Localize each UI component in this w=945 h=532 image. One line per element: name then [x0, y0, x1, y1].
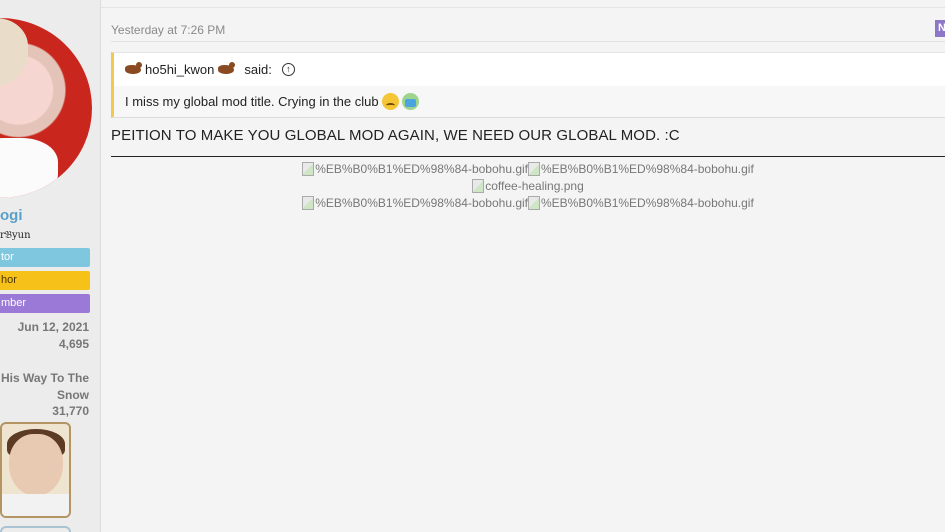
quote-author[interactable]: ho5hi_kwon — [145, 62, 214, 77]
broken-image-icon: coffee-healing.png — [472, 178, 584, 194]
dog-icon — [125, 62, 142, 74]
user-banner-3: mber — [0, 294, 90, 313]
post-date[interactable]: Yesterday at 7:26 PM — [111, 23, 225, 37]
user-avatar[interactable] — [0, 18, 92, 198]
quote-body: I miss my global mod title. Crying in th… — [125, 93, 419, 110]
quote-header: ho5hi_kwon said: ↑ — [125, 62, 295, 77]
post-top-divider — [101, 0, 945, 8]
jump-to-quote-icon[interactable]: ↑ — [281, 63, 295, 76]
user-points: 31,770 — [52, 404, 89, 418]
broken-image-icon: %EB%B0%B1%ED%98%84-bobohu.gif — [528, 195, 754, 211]
user-message-count: 4,695 — [58, 337, 89, 351]
signature-row: %EB%B0%B1%ED%98%84-bobohu.gif %EB%B0%B1%… — [111, 161, 945, 177]
broken-image-icon: %EB%B0%B1%ED%98%84-bobohu.gif — [302, 195, 528, 211]
dog-icon — [218, 62, 236, 74]
username-link[interactable]: ogi — [0, 207, 23, 224]
broken-image-icon: %EB%B0%B1%ED%98%84-bobohu.gif — [302, 161, 528, 177]
quote-text: I miss my global mod title. Crying in th… — [125, 94, 379, 109]
forum-page: ogi r𝔅yun tor hor mber Jun 12, 2021 4,69… — [0, 0, 945, 532]
user-custom-title: r𝔅yun — [0, 230, 31, 241]
quote-block: ho5hi_kwon said: ↑ I miss my global mod … — [111, 52, 945, 118]
quote-said-label: said: — [244, 62, 272, 77]
sad-face-icon — [381, 93, 399, 110]
new-badge: N — [935, 20, 945, 37]
crying-face-icon — [401, 93, 419, 110]
signature-row: coffee-healing.png — [111, 178, 945, 194]
user-trophy-title: His Way To The Snow — [0, 371, 89, 402]
user-showcase-image — [0, 422, 71, 518]
user-banner-1: tor — [0, 248, 90, 267]
user-banner-2: hor — [0, 271, 90, 290]
user-showcase-image-2 — [0, 526, 71, 532]
user-joined-date: Jun 12, 2021 — [17, 320, 89, 334]
signature-row: %EB%B0%B1%ED%98%84-bobohu.gif %EB%B0%B1%… — [111, 195, 945, 211]
post-body-text: PEITION TO MAKE YOU GLOBAL MOD AGAIN, WE… — [111, 127, 680, 144]
broken-image-icon: %EB%B0%B1%ED%98%84-bobohu.gif — [528, 161, 754, 177]
signature-divider — [111, 156, 945, 157]
post-header-divider — [111, 41, 945, 42]
user-info-column: ogi r𝔅yun tor hor mber Jun 12, 2021 4,69… — [0, 0, 101, 532]
